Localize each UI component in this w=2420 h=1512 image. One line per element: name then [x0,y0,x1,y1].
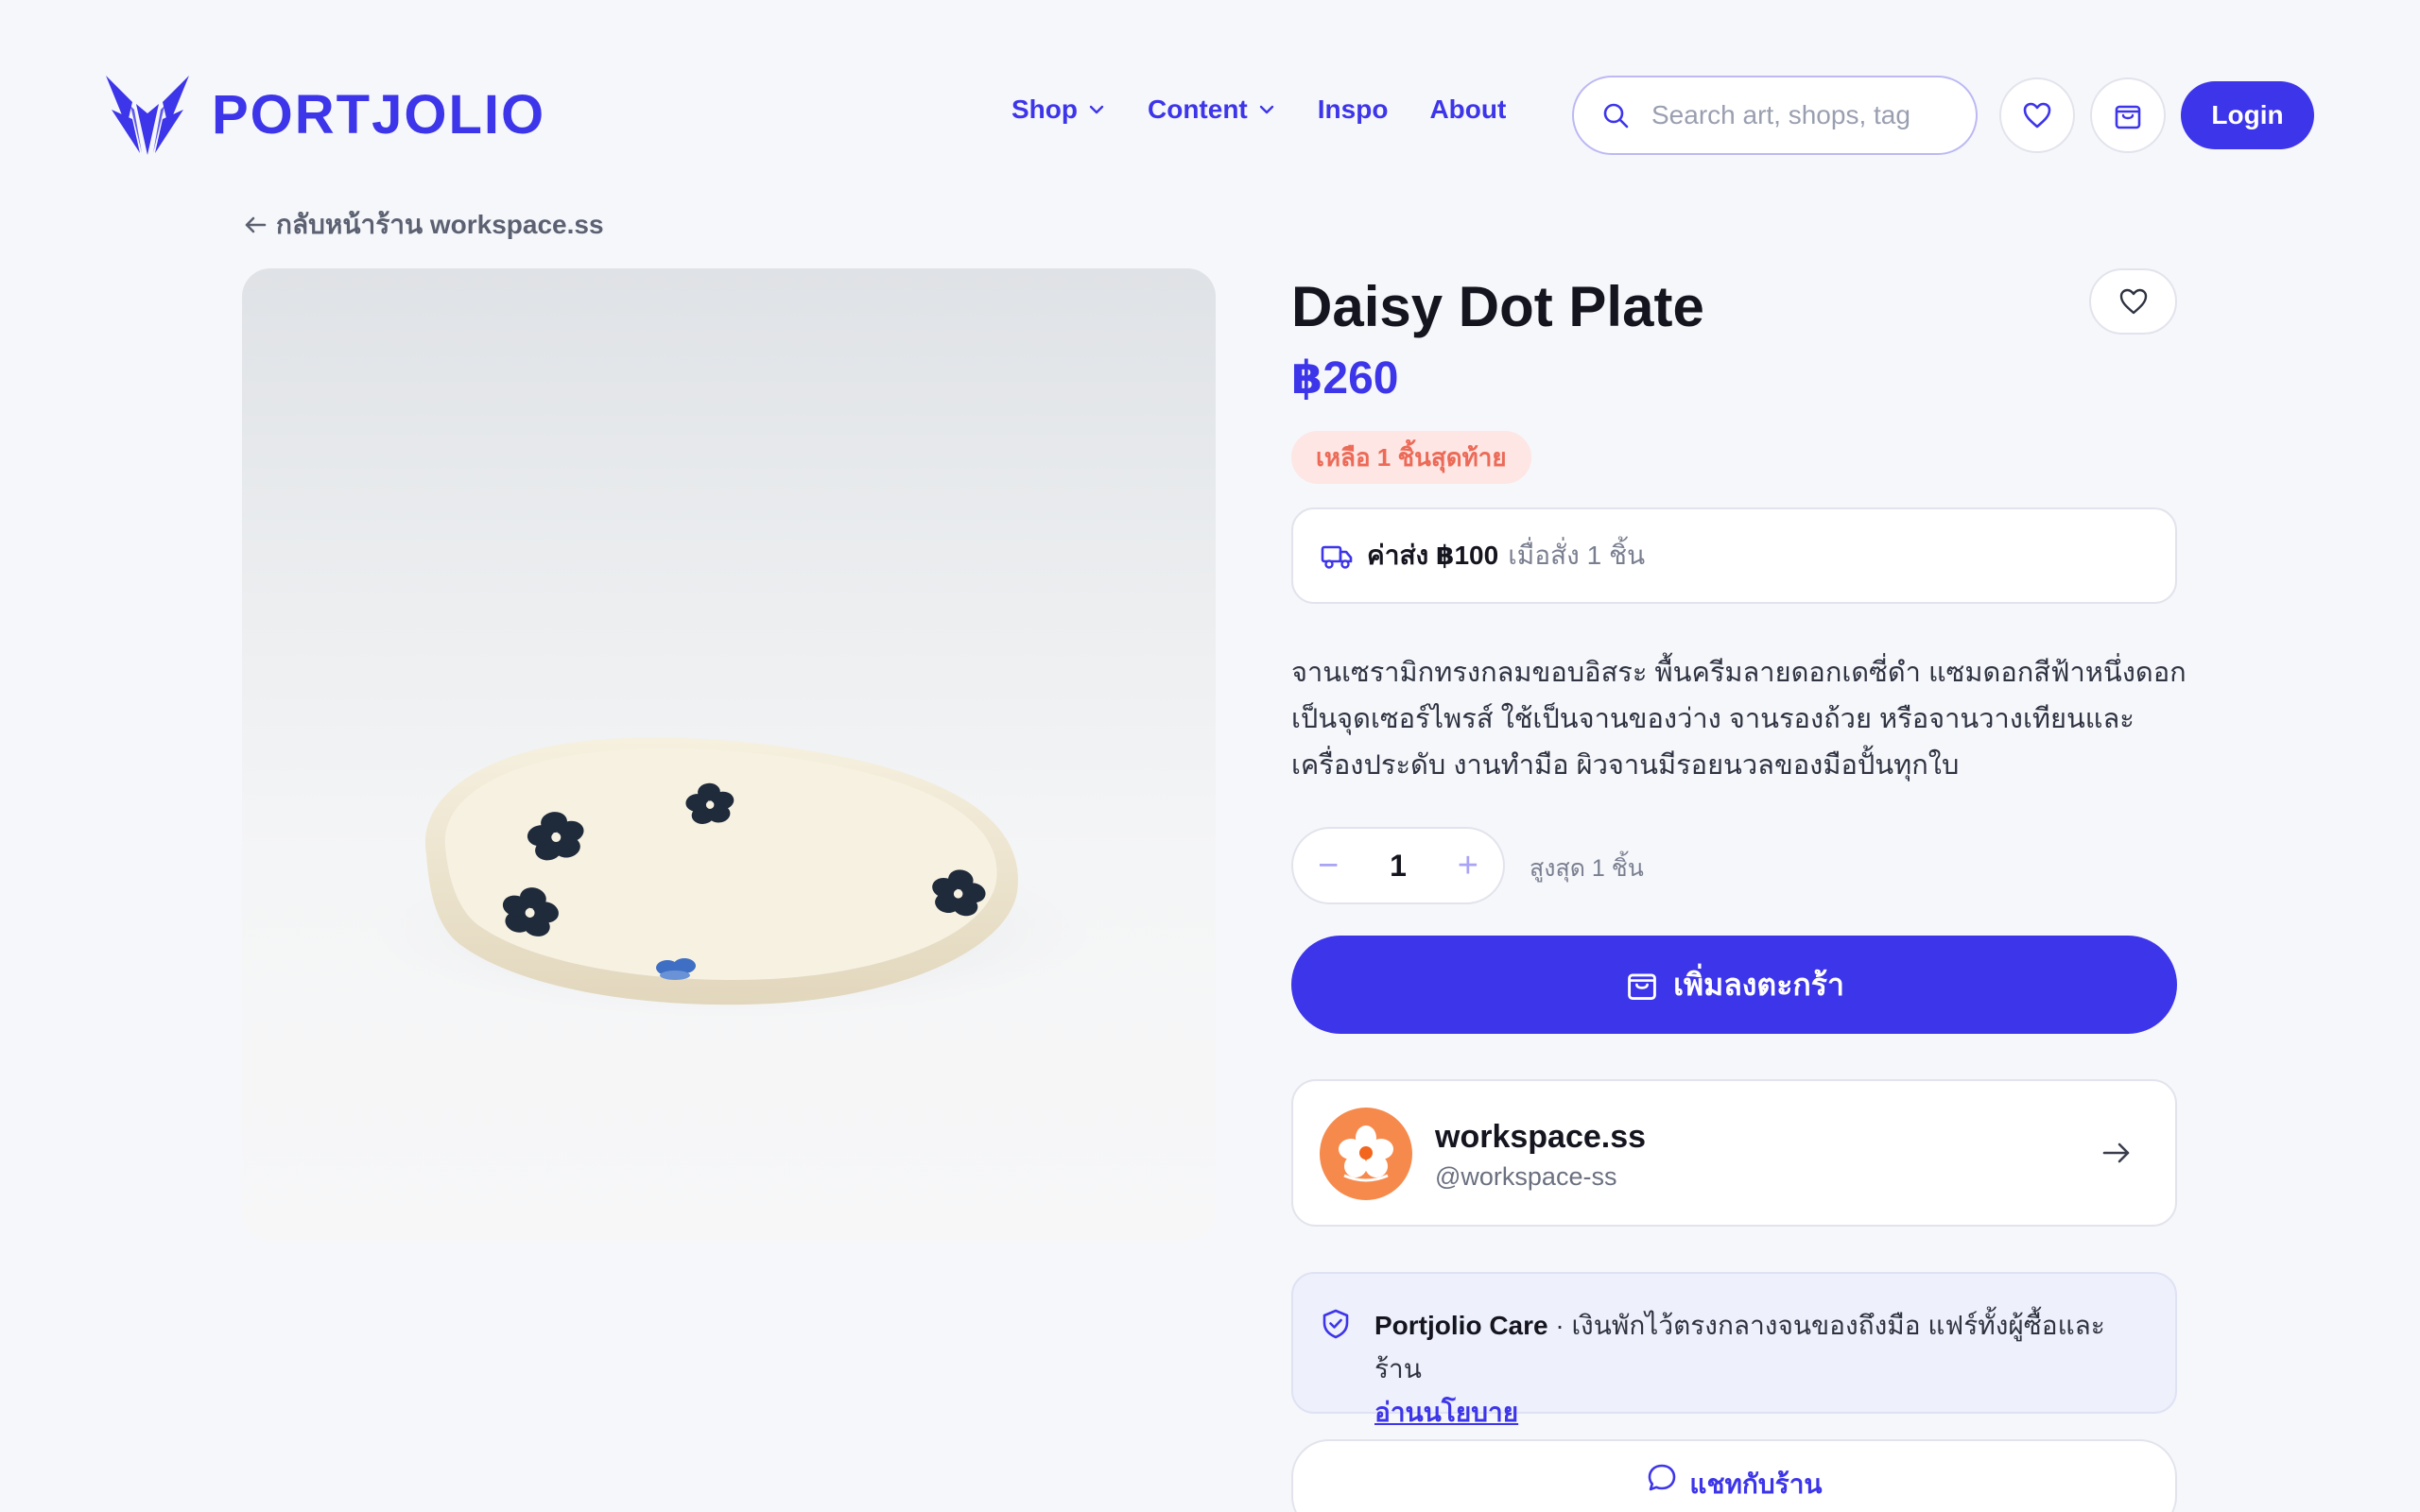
site-header: PORTJOLIO Shop Content Inspo About Login [0,0,2420,232]
back-link-label: กลับหน้าร้าน workspace.ss [276,210,604,239]
fox-logo-icon [106,76,189,155]
product-price: ฿260 [1291,353,1399,404]
chevron-down-icon [1259,105,1273,114]
favorite-product-button[interactable] [2089,268,2177,335]
shop-avatar [1320,1108,1412,1200]
chat-bubble-icon [1649,1464,1676,1491]
nav-shop[interactable]: Shop [1011,94,1106,125]
arrow-right-icon [2102,1143,2130,1163]
arrow-left-icon [245,216,267,233]
shipping-condition: เมื่อสั่ง 1 ชิ้น [1508,541,1646,570]
add-to-cart-label: เพิ่มลงตะกร้า [1673,967,1844,1002]
shipping-fee: ค่าส่ง ฿100 [1367,541,1499,570]
quantity-stepper: − 1 + [1291,827,1505,904]
search-input[interactable] [1651,100,1954,130]
search-box[interactable] [1572,76,1978,155]
heart-icon [2119,288,2147,315]
heart-icon [2023,102,2051,129]
product-description: จานเซรามิกทรงกลมขอบอิสระ พื้นครีมลายดอกเ… [1291,658,2187,781]
nav-about-label: About [1429,94,1507,124]
nav-inspo-label: Inspo [1317,94,1389,124]
portjolio-care-notice: Portjolio Care · เงินพักไว้ตรงกลางจนของถ… [1291,1272,2177,1427]
product-image[interactable] [242,268,1216,1241]
shopping-bag-icon [1628,973,1656,1000]
chat-button-label: แชทกับร้าน [1689,1469,1823,1499]
login-button[interactable]: Login [2181,81,2314,149]
read-policy-link[interactable]: อ่านนโยบาย [1374,1398,1518,1427]
wishlist-button[interactable] [1999,77,2075,153]
shipping-info: ค่าส่ง ฿100 เมื่อสั่ง 1 ชิ้น [1291,507,2177,604]
quantity-value: 1 [1390,848,1407,883]
brand-name: PORTJOLIO [212,83,546,146]
brand-logo[interactable]: PORTJOLIO [104,72,545,157]
search-icon [1603,103,1629,129]
shop-card[interactable]: workspace.ss @workspace-ss [1291,1079,2177,1227]
add-to-cart-button[interactable]: เพิ่มลงตะกร้า [1291,936,2177,1034]
shopping-bag-icon [2115,105,2141,129]
cart-button[interactable] [2090,77,2166,153]
nav-shop-label: Shop [1011,94,1078,124]
daisy-avatar-icon [1339,1125,1393,1182]
main-nav: Shop Content Inspo About [1011,94,1547,125]
quantity-decrease-button[interactable]: − [1318,848,1339,884]
nav-content-label: Content [1148,94,1248,124]
shop-name: workspace.ss [1435,1119,1647,1155]
nav-inspo[interactable]: Inspo [1318,94,1389,125]
chat-with-shop-button[interactable]: แชทกับร้าน [1291,1439,2177,1512]
product-title: Daisy Dot Plate [1291,275,1704,338]
nav-about[interactable]: About [1429,94,1506,125]
nav-content[interactable]: Content [1148,94,1276,125]
stock-badge: เหลือ 1 ชิ้นสุดท้าย [1291,431,1531,484]
ceramic-plate-illustration [374,737,1093,1020]
back-to-shop-link[interactable]: กลับหน้าร้าน workspace.ss [242,204,604,246]
truck-icon [1321,545,1353,569]
shield-check-icon [1322,1309,1349,1339]
chevron-down-icon [1089,105,1104,114]
care-title: Portjolio Care [1374,1311,1548,1340]
quantity-increase-button[interactable]: + [1458,848,1478,884]
quantity-max-label: สูงสุด 1 ชิ้น [1530,855,1644,882]
shop-handle: @workspace-ss [1435,1162,1617,1191]
